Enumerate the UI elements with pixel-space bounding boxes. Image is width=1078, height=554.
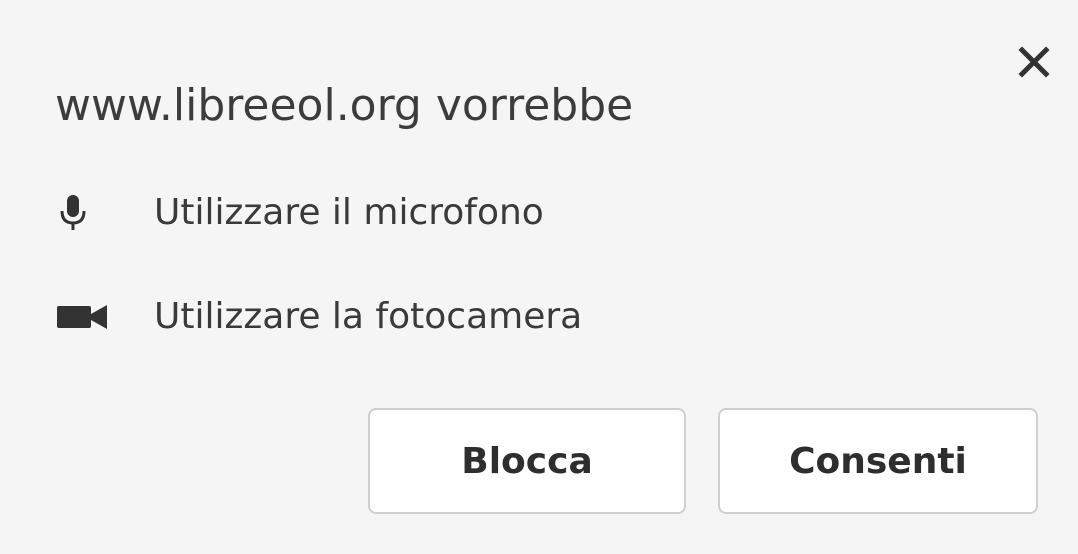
camera-icon — [57, 292, 107, 342]
permission-label-camera: Utilizzare la fotocamera — [154, 296, 583, 337]
permission-row-microphone: Utilizzare il microfono — [57, 188, 544, 238]
dialog-title: www.libreeol.org vorrebbe — [55, 80, 634, 131]
close-icon[interactable] — [1018, 46, 1050, 78]
permission-row-camera: Utilizzare la fotocamera — [57, 292, 582, 342]
permission-label-microphone: Utilizzare il microfono — [154, 192, 544, 233]
permission-dialog: www.libreeol.org vorrebbe Utilizzare il … — [0, 0, 1078, 554]
allow-button[interactable]: Consenti — [718, 408, 1038, 514]
close-button[interactable] — [1014, 42, 1054, 82]
block-button[interactable]: Blocca — [368, 408, 686, 514]
microphone-icon — [57, 188, 107, 238]
